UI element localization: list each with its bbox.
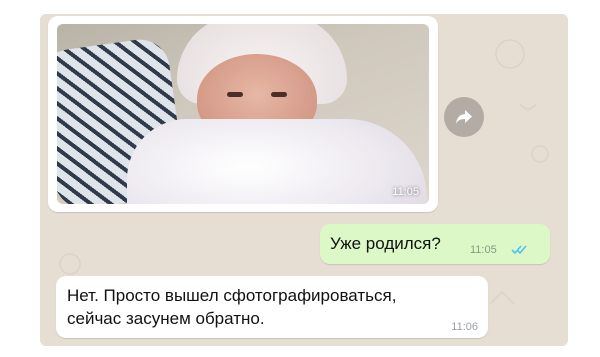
- photo-blanket-shape: [127, 119, 427, 204]
- outgoing-message-time: 11:05: [470, 244, 497, 256]
- photo-message-bubble[interactable]: 11:05: [48, 16, 438, 212]
- forward-arrow-icon: [456, 110, 472, 124]
- double-check-icon: [511, 245, 527, 255]
- incoming-message-time: 11:06: [451, 321, 478, 333]
- forward-button[interactable]: [444, 97, 484, 137]
- photo-eye-left: [227, 92, 243, 97]
- outgoing-message-text: Уже родился?: [330, 234, 441, 253]
- newborn-photo[interactable]: 11:05: [57, 24, 429, 204]
- incoming-message-text: Нет. Просто вышел сфотографироваться, се…: [67, 286, 397, 328]
- photo-eye-right: [271, 92, 287, 97]
- incoming-message-bubble[interactable]: Нет. Просто вышел сфотографироваться, се…: [56, 276, 488, 338]
- photo-timestamp: 11:05: [392, 186, 419, 198]
- outgoing-message-bubble[interactable]: Уже родился? 11:05: [320, 224, 550, 264]
